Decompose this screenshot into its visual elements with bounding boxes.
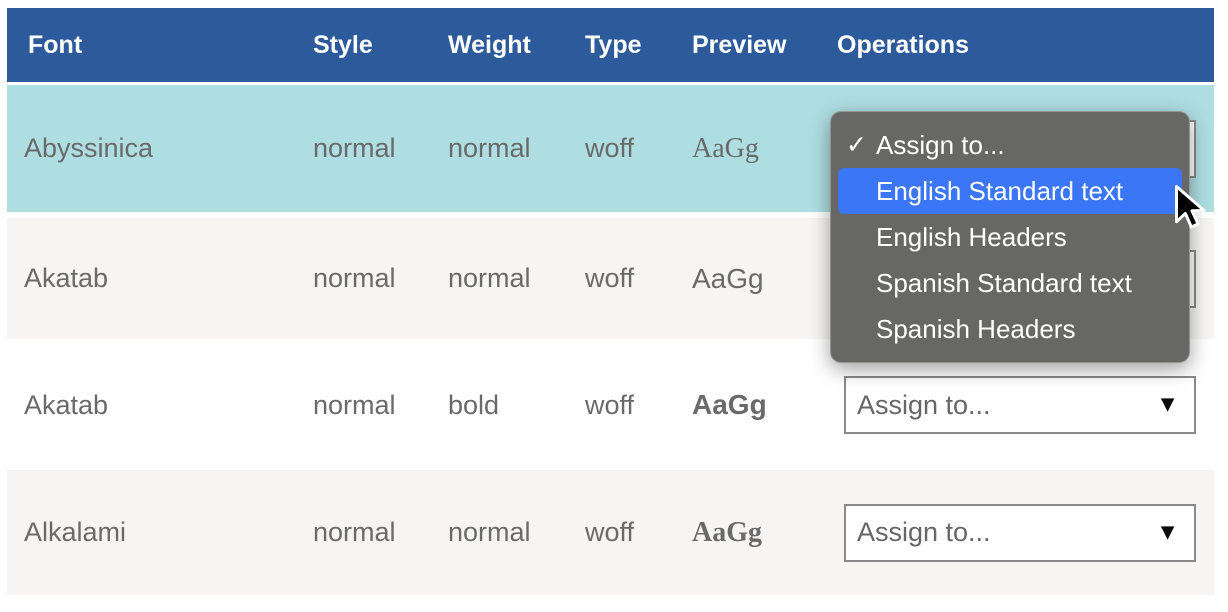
font-weight-cell: normal — [448, 133, 585, 164]
font-preview-cell: AaGg — [692, 133, 837, 165]
font-style-cell: normal — [313, 133, 448, 164]
table-header-row: Font Style Weight Type Preview Operation… — [7, 8, 1214, 82]
select-value: Assign to... — [846, 390, 991, 421]
column-header-weight: Weight — [448, 31, 585, 60]
mouse-cursor-icon — [1169, 183, 1211, 229]
column-header-operations: Operations — [837, 31, 1214, 60]
menu-item-english-headers[interactable]: English Headers — [831, 214, 1189, 260]
font-weight-cell: bold — [448, 390, 585, 421]
font-style-cell: normal — [313, 390, 448, 421]
font-type-cell: woff — [585, 390, 692, 421]
assign-dropdown-menu: ✓ Assign to... English Standard text Eng… — [830, 111, 1190, 363]
column-header-font: Font — [7, 31, 313, 60]
operations-cell: Assign to... ▼ — [837, 376, 1214, 434]
font-weight-cell: normal — [448, 517, 585, 548]
menu-item-spanish-headers[interactable]: Spanish Headers — [831, 306, 1189, 352]
font-type-cell: woff — [585, 133, 692, 164]
font-style-cell: normal — [313, 263, 448, 294]
table-row-alkalami[interactable]: Alkalami normal normal woff AaGg Assign … — [7, 470, 1214, 595]
font-preview-cell: AaGg — [692, 389, 837, 421]
dropdown-arrow-icon: ▼ — [1156, 520, 1179, 543]
font-weight-cell: normal — [448, 263, 585, 294]
assign-to-select[interactable]: Assign to... ▼ — [844, 504, 1196, 562]
font-name-cell: Akatab — [7, 390, 313, 421]
table-row-akatab-bold[interactable]: Akatab normal bold woff AaGg Assign to..… — [7, 345, 1214, 465]
menu-item-label: Spanish Headers — [876, 314, 1075, 345]
menu-item-label: English Standard text — [876, 176, 1123, 207]
font-preview-cell: AaGg — [692, 517, 837, 549]
dropdown-arrow-icon: ▼ — [1156, 392, 1179, 415]
assign-to-select[interactable]: Assign to... ▼ — [844, 376, 1196, 434]
font-name-cell: Abyssinica — [7, 133, 313, 164]
font-style-cell: normal — [313, 517, 448, 548]
operations-cell: Assign to... ▼ — [837, 504, 1214, 562]
menu-item-english-standard-text[interactable]: English Standard text — [838, 168, 1182, 214]
menu-item-label: Spanish Standard text — [876, 268, 1132, 299]
font-name-cell: Alkalami — [7, 517, 313, 548]
column-header-preview: Preview — [692, 31, 837, 60]
menu-item-assign-to[interactable]: ✓ Assign to... — [831, 122, 1189, 168]
font-preview-cell: AaGg — [692, 263, 837, 295]
menu-item-label: Assign to... — [876, 130, 1005, 161]
column-header-style: Style — [313, 31, 448, 60]
font-manager-page: Font Style Weight Type Preview Operation… — [0, 0, 1228, 612]
column-header-type: Type — [585, 31, 692, 60]
menu-item-label: English Headers — [876, 222, 1067, 253]
font-name-cell: Akatab — [7, 263, 313, 294]
menu-item-spanish-standard-text[interactable]: Spanish Standard text — [831, 260, 1189, 306]
checkmark-icon: ✓ — [846, 130, 867, 160]
select-value: Assign to... — [846, 517, 991, 548]
font-type-cell: woff — [585, 263, 692, 294]
font-type-cell: woff — [585, 517, 692, 548]
